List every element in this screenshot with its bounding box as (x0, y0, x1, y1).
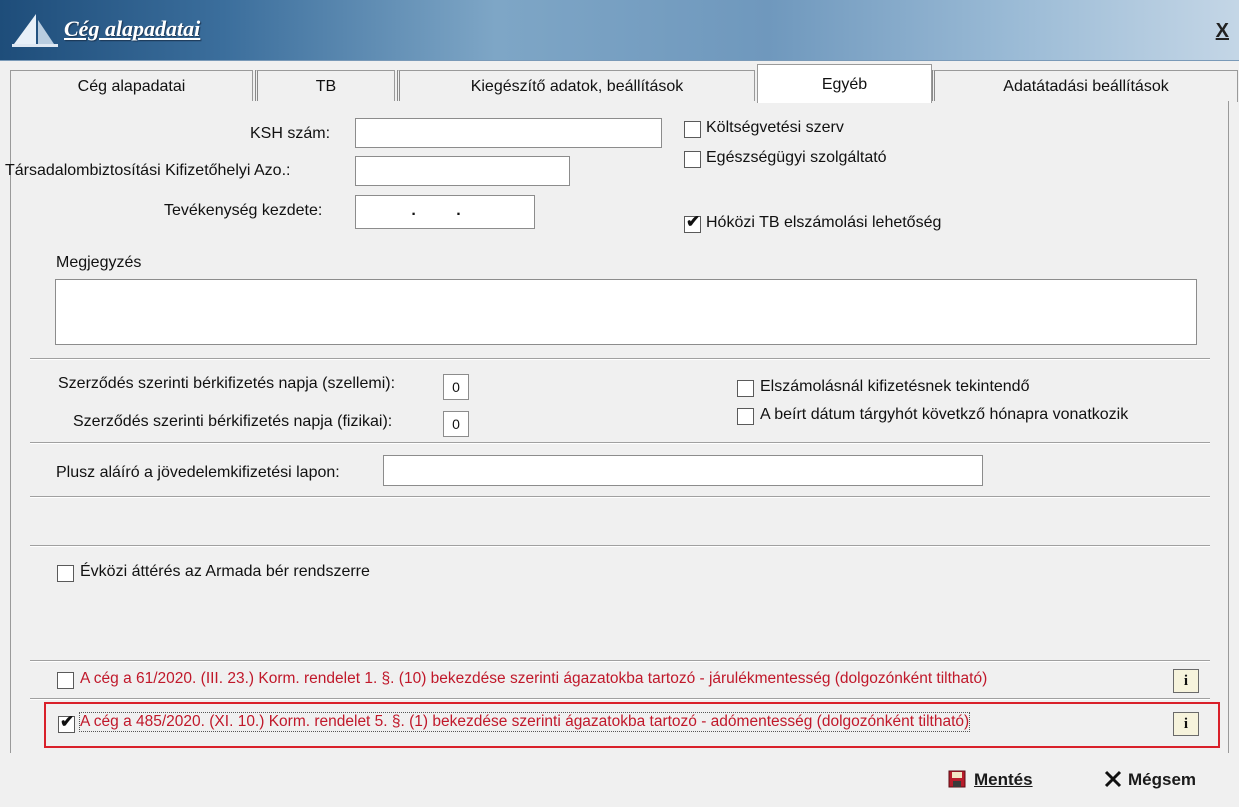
window-titlebar: Cég alapadatai X (0, 0, 1239, 61)
ksh-input[interactable] (355, 118, 662, 148)
checkmark-icon: ✔ (686, 212, 701, 231)
notes-label: Megjegyzés (56, 254, 142, 271)
decree-61-info-icon[interactable]: i (1173, 669, 1199, 693)
ksh-label: KSH szám: (250, 125, 331, 142)
activity-start-date-input[interactable]: . . (355, 195, 535, 229)
cancel-button[interactable]: Mégsem (1104, 770, 1196, 790)
decree-61-checkbox[interactable] (57, 672, 74, 689)
tab-kiegeszito[interactable]: Kiegészítő adatok, beállítások (397, 70, 755, 102)
checkmark-icon: ✔ (60, 712, 75, 731)
decree-485-info-icon[interactable]: i (1173, 712, 1199, 736)
decree-485-checkbox[interactable]: ✔ (58, 712, 75, 733)
cancel-label: Mégsem (1128, 770, 1197, 789)
floppy-disk-icon (948, 770, 966, 788)
tb-id-input[interactable] (355, 156, 570, 186)
app-logo-icon (12, 14, 58, 47)
armada-switch-checkbox[interactable] (57, 565, 74, 582)
tab-egyeb[interactable]: Egyéb (757, 64, 932, 103)
separator (30, 698, 1210, 700)
salary-day-mental-input[interactable]: 0 (443, 374, 469, 400)
separator (30, 660, 1210, 662)
midmonth-tb-label: Hóközi TB elszámolási lehetőség (706, 214, 942, 231)
notes-textarea[interactable] (55, 279, 1197, 345)
decree-61-label: A cég a 61/2020. (III. 23.) Korm. rendel… (80, 670, 988, 687)
separator (30, 442, 1210, 444)
budget-org-label: Költségvetési szerv (706, 119, 844, 136)
health-provider-label: Egészségügyi szolgáltató (706, 149, 887, 166)
next-month-date-label: A beírt dátum tárgyhót követkző hónapra … (760, 406, 1129, 423)
salary-day-physical-label: Szerződés szerinti bérkifizetés napja (f… (73, 413, 393, 430)
x-close-icon (1104, 770, 1122, 788)
separator (30, 545, 1210, 547)
tb-id-label: Társadalombiztosítási Kifizetőhelyi Azo.… (5, 162, 291, 179)
extra-signer-label: Plusz aláíró a jövedelemkifizetési lapon… (56, 464, 340, 481)
separator (30, 358, 1210, 360)
salary-day-physical-input[interactable]: 0 (443, 411, 469, 437)
save-button[interactable]: Mentés (948, 770, 1033, 790)
save-label: Mentés (974, 770, 1033, 789)
tab-ceg-alapadatai[interactable]: Cég alapadatai (10, 70, 253, 102)
armada-switch-label: Évközi áttérés az Armada bér rendszerre (80, 563, 370, 580)
tab-tb[interactable]: TB (255, 70, 395, 102)
decree-485-label: A cég a 485/2020. (XI. 10.) Korm. rendel… (78, 712, 971, 732)
midmonth-tb-checkbox[interactable]: ✔ (684, 212, 701, 233)
next-month-date-checkbox[interactable] (737, 408, 754, 425)
salary-day-mental-label: Szerződés szerinti bérkifizetés napja (s… (58, 375, 396, 392)
activity-start-label: Tevékenység kezdete: (164, 202, 323, 219)
extra-signer-input[interactable] (383, 455, 983, 486)
tab-bar: Cég alapadatai TB Kiegészítő adatok, beá… (10, 64, 1238, 103)
treat-as-payment-checkbox[interactable] (737, 380, 754, 397)
close-button[interactable]: X (1216, 20, 1229, 43)
treat-as-payment-label: Elszámolásnál kifizetésnek tekintendő (760, 378, 1030, 395)
separator (30, 496, 1210, 498)
window-title: Cég alapadatai (64, 16, 201, 41)
budget-org-checkbox[interactable] (684, 121, 701, 138)
tab-adatatadasi[interactable]: Adatátadási beállítások (932, 70, 1238, 102)
health-provider-checkbox[interactable] (684, 151, 701, 168)
